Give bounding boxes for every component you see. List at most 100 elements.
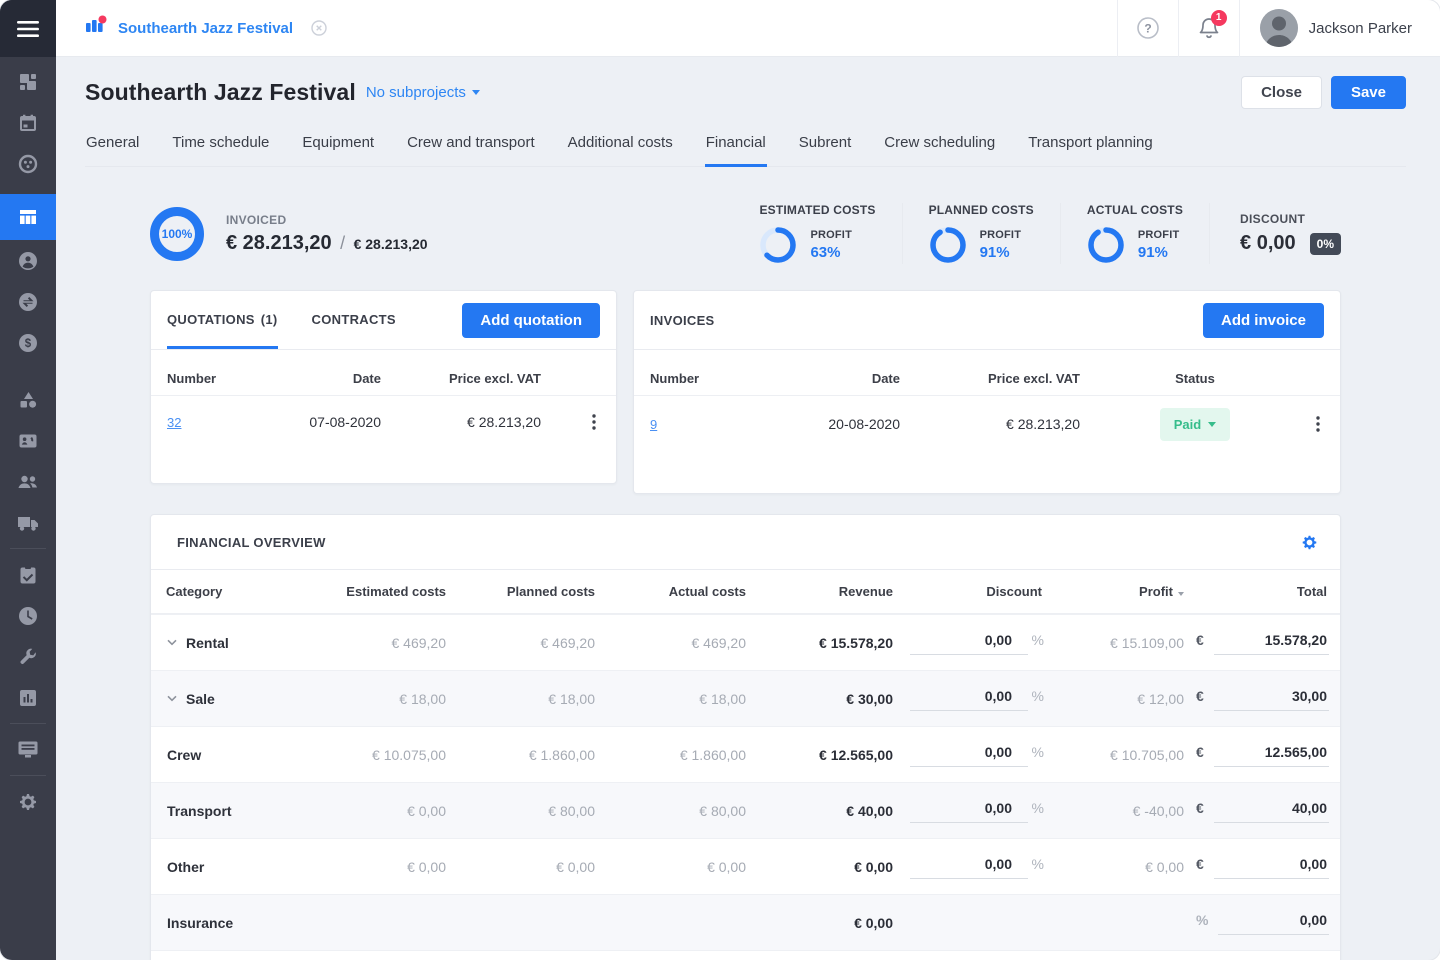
planned-value: € 0,00 [448, 859, 597, 875]
tab-subrent[interactable]: Subrent [798, 126, 853, 167]
revenue-value: € 15.578,20 [748, 635, 895, 651]
invoiced-amounts: € 28.213,20 / € 28.213,20 [226, 232, 428, 255]
quotations-tab[interactable]: QUOTATIONS (1) [167, 291, 278, 349]
tab-crew-and-transport[interactable]: Crew and transport [406, 126, 536, 167]
finance-icon[interactable]: $ [0, 322, 56, 363]
time-icon[interactable] [0, 595, 56, 636]
column-planned-costs: Planned costs [448, 584, 597, 599]
subprojects-dropdown[interactable]: No subprojects [366, 84, 480, 101]
discount-input[interactable]: 0,00 [910, 798, 1028, 823]
dashboard-icon[interactable] [0, 61, 56, 102]
discount-input[interactable]: 0,00 [910, 686, 1028, 711]
profit-value: € 0,00 [1044, 859, 1186, 875]
add-quotation-button[interactable]: Add quotation [462, 303, 600, 338]
tab-financial[interactable]: Financial [705, 126, 767, 167]
chevron-down-icon[interactable] [167, 639, 177, 646]
table-row-insurance: Insurance € 0,00 %0,00 [151, 894, 1340, 950]
subprojects-label: No subprojects [366, 84, 466, 101]
inventory-icon[interactable] [0, 379, 56, 420]
discount-input[interactable]: 0,00 [910, 742, 1028, 767]
planned-costs-donut [929, 226, 967, 264]
calendar-icon[interactable] [0, 102, 56, 143]
repair-icon[interactable] [0, 636, 56, 677]
invoiced-label: INVOICED [226, 213, 428, 227]
total-input[interactable]: 12.565,00 [1214, 742, 1329, 767]
crew-icon[interactable] [0, 461, 56, 502]
revenue-value: € 40,00 [748, 803, 895, 819]
contracts-tab-label: CONTRACTS [312, 312, 396, 327]
table-settings-gear-icon[interactable] [1301, 534, 1318, 551]
profit-percent: 91% [1138, 244, 1180, 261]
chevron-down-icon[interactable] [167, 695, 177, 702]
profit-label: PROFIT [980, 229, 1022, 241]
tab-general[interactable]: General [85, 126, 140, 167]
sidebar: $ [0, 0, 56, 960]
workbench-icon[interactable] [0, 729, 56, 770]
sidebar-divider [10, 548, 46, 549]
menu-icon[interactable] [0, 0, 56, 57]
invoices-columns: Number Date Price excl. VAT Status [634, 362, 1340, 396]
settings-icon[interactable] [0, 781, 56, 822]
actual-value: € 1.860,00 [597, 747, 748, 763]
quotation-row: 32 07-08-2020 € 28.213,20 [151, 396, 616, 448]
total-currency-prefix: € [1196, 688, 1204, 704]
financial-overview-card: FINANCIAL OVERVIEW Category Estimated co… [150, 514, 1341, 960]
revenue-value: € 0,00 [748, 859, 895, 875]
record-icon[interactable] [0, 143, 56, 184]
contracts-tab[interactable]: CONTRACTS [312, 291, 396, 349]
transfer-icon[interactable] [0, 281, 56, 322]
estimated-value: € 10.075,00 [314, 747, 448, 763]
tab-additional-costs[interactable]: Additional costs [567, 126, 674, 167]
column-number: Number [167, 371, 267, 386]
discount-unit: % [1030, 688, 1044, 704]
quotations-card: QUOTATIONS (1) CONTRACTS Add quotation N… [150, 290, 617, 484]
tasks-icon[interactable] [0, 554, 56, 595]
statistics-icon[interactable] [0, 677, 56, 718]
revenue-value: € 0,00 [748, 915, 895, 931]
contacts-icon[interactable] [0, 420, 56, 461]
discount-unit: % [1030, 744, 1044, 760]
total-input[interactable]: 0,00 [1218, 910, 1329, 935]
project-tab[interactable]: Southearth Jazz Festival [56, 15, 327, 42]
total-currency-prefix: € [1196, 632, 1204, 648]
planned-value: € 18,00 [448, 691, 597, 707]
tab-transport-planning[interactable]: Transport planning [1027, 126, 1154, 167]
total-input[interactable]: 40,00 [1214, 798, 1329, 823]
kebab-menu-icon[interactable] [588, 410, 600, 434]
help-button[interactable]: ? [1118, 0, 1178, 57]
transport-icon[interactable] [0, 502, 56, 543]
total-input[interactable]: 15.578,20 [1214, 630, 1329, 655]
total-input[interactable]: 30,00 [1214, 686, 1329, 711]
invoice-date: 20-08-2020 [760, 416, 900, 432]
projects-icon[interactable] [0, 194, 56, 240]
column-number: Number [650, 371, 760, 386]
account-icon[interactable] [0, 240, 56, 281]
close-tab-icon[interactable] [311, 20, 327, 36]
invoice-price: € 28.213,20 [900, 416, 1080, 432]
table-row-other: Other € 0,00 € 0,00 € 0,00 € 0,00 0,00% … [151, 838, 1340, 894]
tab-equipment[interactable]: Equipment [301, 126, 375, 167]
kebab-menu-icon[interactable] [1312, 412, 1324, 436]
user-menu[interactable]: Jackson Parker [1240, 9, 1440, 47]
cost-stats: ESTIMATED COSTS PROFIT 63% PLANNED COSTS [733, 203, 1341, 264]
quotations-tab-label: QUOTATIONS [167, 312, 255, 327]
app-window: $ [0, 0, 1440, 960]
profit-value: € 10.705,00 [1044, 747, 1186, 763]
app-logo-icon [85, 15, 108, 42]
discount-input[interactable]: 0,00 [910, 854, 1028, 879]
close-button[interactable]: Close [1241, 76, 1322, 109]
tab-time-schedule[interactable]: Time schedule [171, 126, 270, 167]
total-input[interactable]: 0,00 [1214, 854, 1329, 879]
tab-crew-scheduling[interactable]: Crew scheduling [883, 126, 996, 167]
column-profit[interactable]: Profit [1044, 584, 1186, 599]
notifications-button[interactable]: 1 [1179, 0, 1239, 57]
discount-input[interactable]: 0,00 [910, 630, 1028, 655]
actual-value: € 18,00 [597, 691, 748, 707]
invoice-status-dropdown[interactable]: Paid [1160, 408, 1230, 441]
planned-costs-stat: PLANNED COSTS PROFIT 91% [902, 203, 1060, 264]
quotation-number-link[interactable]: 32 [167, 415, 267, 430]
invoice-number-link[interactable]: 9 [650, 417, 760, 432]
save-button[interactable]: Save [1331, 76, 1406, 109]
add-invoice-button[interactable]: Add invoice [1203, 303, 1324, 338]
sidebar-divider [10, 723, 46, 724]
